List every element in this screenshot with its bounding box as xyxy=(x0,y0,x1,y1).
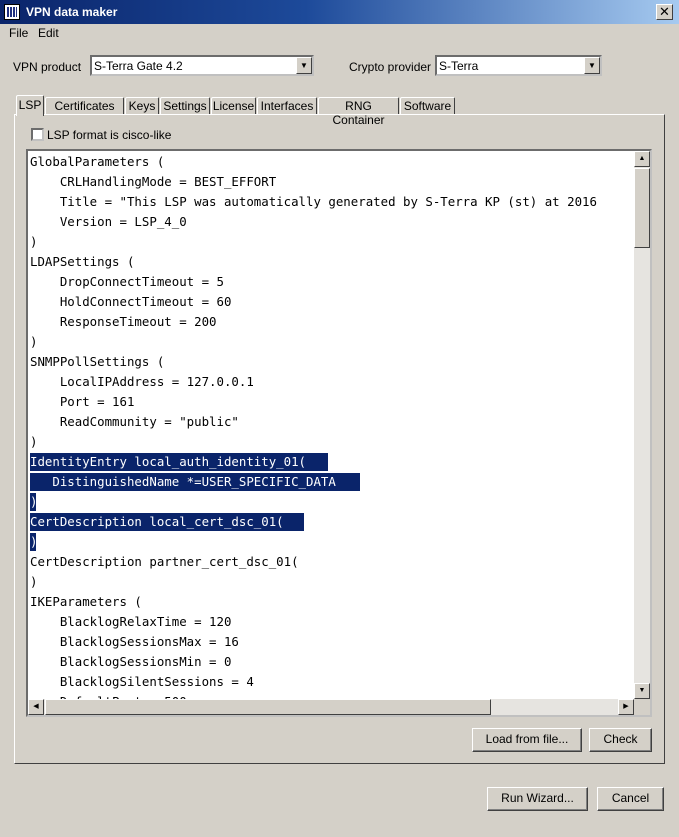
tab-certificates[interactable]: Certificates xyxy=(45,97,124,115)
vpn-product-label: VPN product xyxy=(13,60,82,74)
window-title: VPN data maker xyxy=(26,5,118,19)
tab-settings[interactable]: Settings xyxy=(160,97,210,115)
close-button[interactable]: ✕ xyxy=(656,4,673,20)
tab-software[interactable]: Software xyxy=(400,97,455,115)
menu-file[interactable]: File xyxy=(9,26,28,40)
menu-bar: File Edit xyxy=(0,24,679,42)
lsp-panel xyxy=(14,114,665,764)
app-icon xyxy=(4,4,20,20)
title-bar: VPN data maker ✕ xyxy=(0,0,679,24)
cancel-button[interactable]: Cancel xyxy=(597,787,664,811)
tab-keys[interactable]: Keys xyxy=(125,97,159,115)
tab-license[interactable]: License xyxy=(211,97,256,115)
tab-lsp[interactable]: LSP xyxy=(16,95,44,116)
chevron-down-icon[interactable]: ▼ xyxy=(584,57,600,74)
crypto-provider-label: Crypto provider xyxy=(349,60,432,74)
crypto-provider-value: S-Terra xyxy=(439,59,479,73)
vpn-product-value: S-Terra Gate 4.2 xyxy=(94,59,183,73)
tab-rng-container[interactable]: RNG Container xyxy=(318,97,399,127)
vpn-product-select[interactable]: S-Terra Gate 4.2 ▼ xyxy=(90,55,314,76)
run-wizard-button[interactable]: Run Wizard... xyxy=(487,787,588,811)
tab-interfaces[interactable]: Interfaces xyxy=(257,97,317,115)
chevron-down-icon[interactable]: ▼ xyxy=(296,57,312,74)
menu-edit[interactable]: Edit xyxy=(38,26,59,40)
crypto-provider-select[interactable]: S-Terra ▼ xyxy=(435,55,602,76)
